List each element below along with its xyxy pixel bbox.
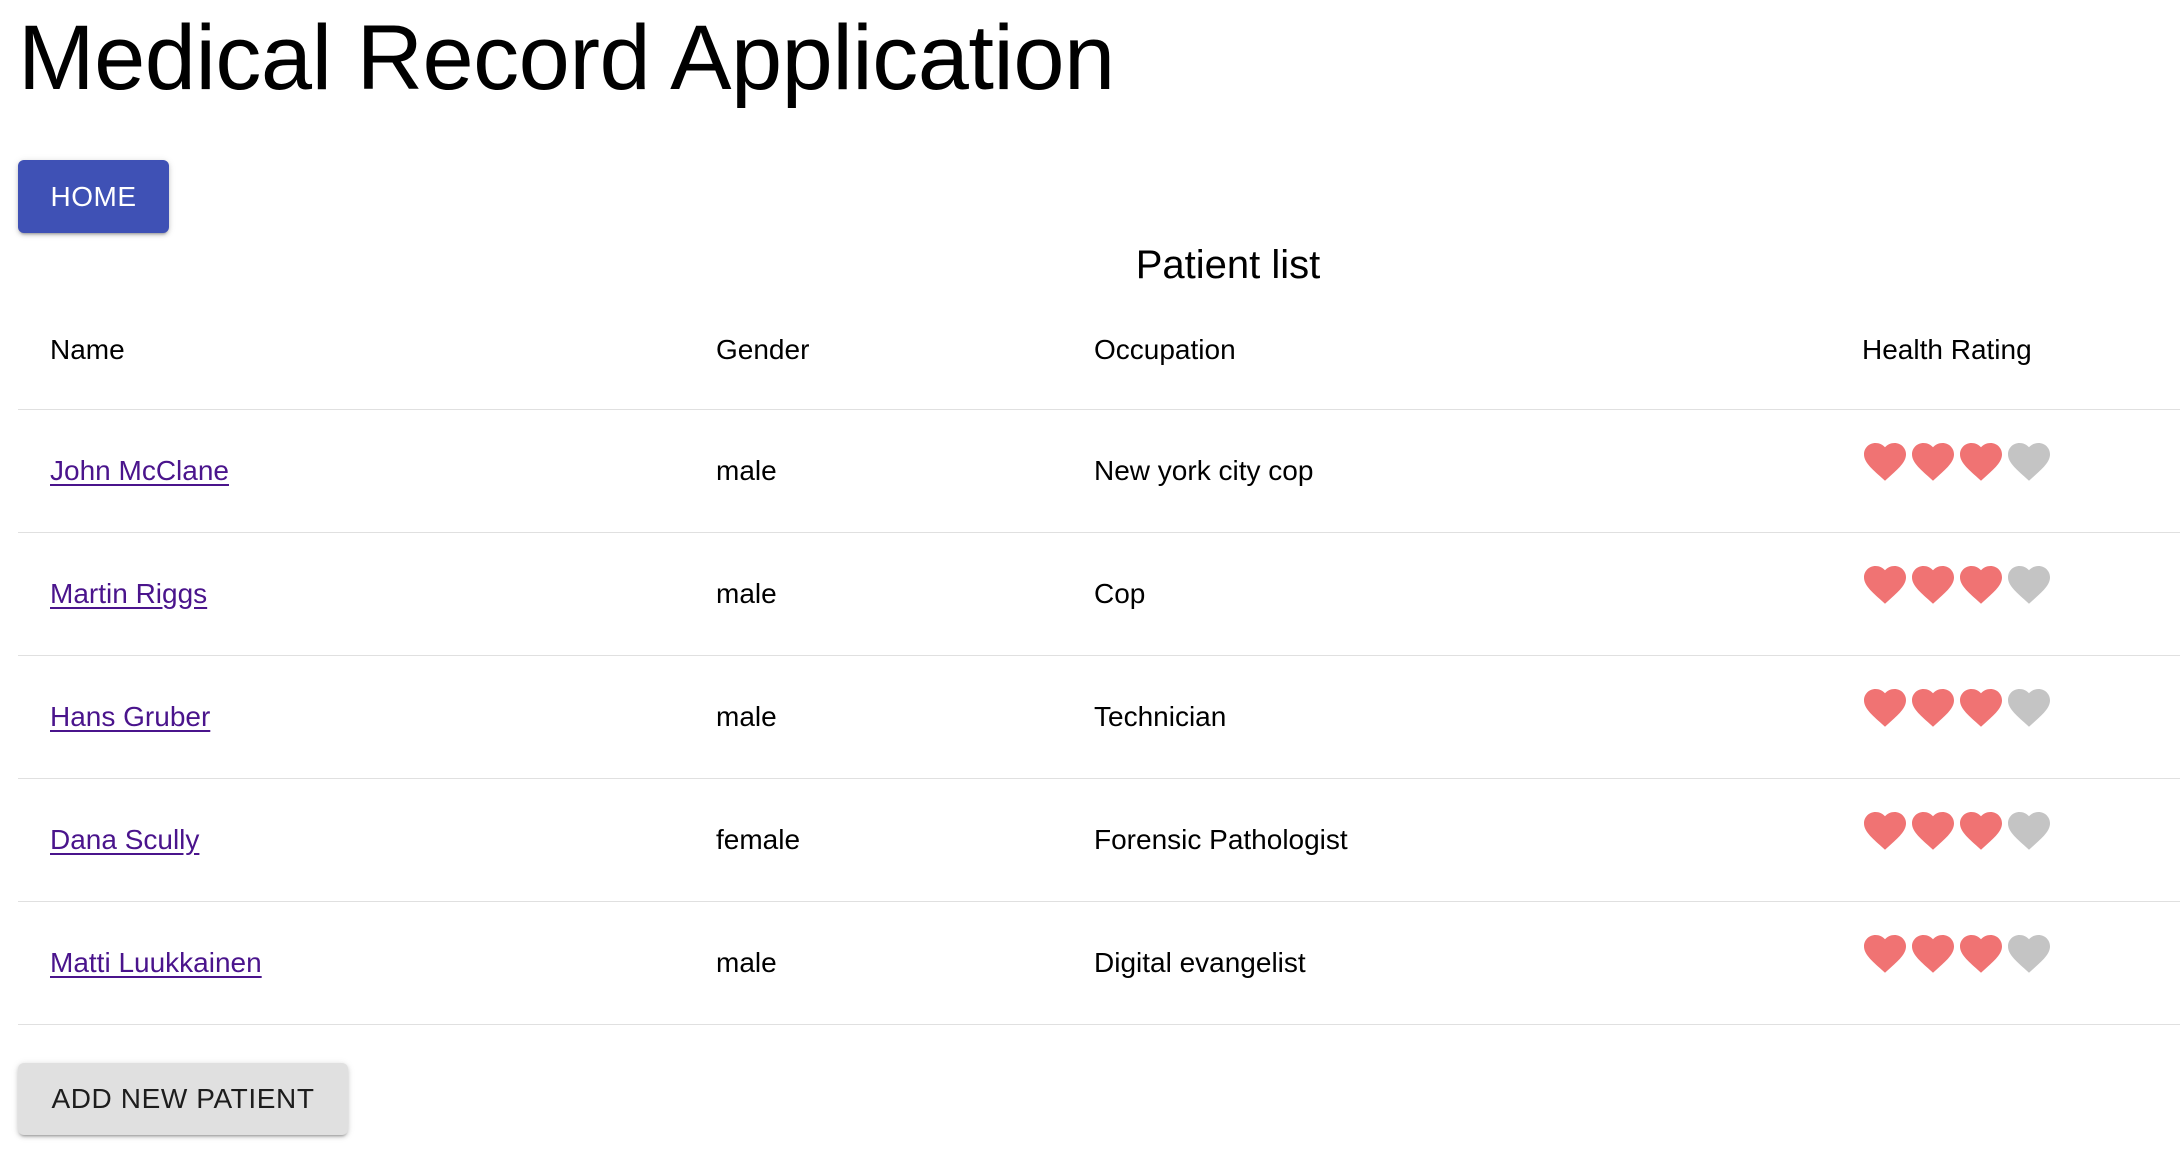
home-button[interactable]: HOME bbox=[18, 160, 169, 233]
heart-empty-icon bbox=[2008, 811, 2050, 850]
app-title: Medical Record Application bbox=[18, 7, 1115, 109]
header-row: Name Gender Occupation Health Rating bbox=[18, 290, 2180, 410]
add-new-patient-button[interactable]: ADD NEW PATIENT bbox=[18, 1063, 348, 1135]
table-row: Hans Gruber male Technician bbox=[18, 655, 2180, 779]
heart-filled-icon bbox=[1864, 811, 1906, 850]
heart-filled-icon bbox=[1864, 565, 1906, 604]
patient-occupation-cell: Forensic Pathologist bbox=[1062, 778, 1830, 902]
patient-gender-cell: male bbox=[684, 901, 1062, 1025]
patient-gender-cell: male bbox=[684, 655, 1062, 779]
table-row: Martin Riggs male Cop bbox=[18, 532, 2180, 656]
table-row: Matti Luukkainen male Digital evangelist bbox=[18, 901, 2180, 1025]
heart-filled-icon bbox=[1960, 688, 2002, 727]
patient-table: Name Gender Occupation Health Rating Joh… bbox=[18, 290, 2180, 1025]
heart-filled-icon bbox=[1912, 442, 1954, 481]
patient-name-link[interactable]: Matti Luukkainen bbox=[50, 947, 262, 978]
health-rating bbox=[1864, 565, 2050, 604]
table-row: John McClane male New york city cop bbox=[18, 409, 2180, 533]
patient-table-body: John McClane male New york city cop Mart… bbox=[18, 409, 2180, 1025]
patient-table-header: Name Gender Occupation Health Rating bbox=[18, 290, 2180, 410]
patient-health-rating-cell bbox=[1830, 778, 2180, 902]
column-header-gender: Gender bbox=[684, 290, 1062, 410]
patient-occupation-cell: Cop bbox=[1062, 532, 1830, 656]
patient-name-link[interactable]: Martin Riggs bbox=[50, 578, 207, 609]
column-header-name: Name bbox=[18, 290, 684, 410]
patient-occupation-cell: New york city cop bbox=[1062, 409, 1830, 533]
patient-occupation-cell: Technician bbox=[1062, 655, 1830, 779]
patient-health-rating-cell bbox=[1830, 655, 2180, 779]
patient-name-cell: John McClane bbox=[18, 409, 684, 533]
patient-list-title: Patient list bbox=[1135, 243, 1321, 287]
heart-filled-icon bbox=[1864, 688, 1906, 727]
heart-filled-icon bbox=[1864, 934, 1906, 973]
patient-name-cell: Hans Gruber bbox=[18, 655, 684, 779]
heart-empty-icon bbox=[2008, 934, 2050, 973]
heart-empty-icon bbox=[2008, 688, 2050, 727]
heart-filled-icon bbox=[1912, 934, 1954, 973]
patient-health-rating-cell bbox=[1830, 409, 2180, 533]
heart-filled-icon bbox=[1960, 811, 2002, 850]
patient-name-cell: Matti Luukkainen bbox=[18, 901, 684, 1025]
heart-empty-icon bbox=[2008, 442, 2050, 481]
patient-gender-cell: male bbox=[684, 532, 1062, 656]
patient-name-link[interactable]: Dana Scully bbox=[50, 824, 199, 855]
heart-filled-icon bbox=[1912, 811, 1954, 850]
heart-filled-icon bbox=[1960, 442, 2002, 481]
health-rating bbox=[1864, 442, 2050, 481]
patient-health-rating-cell bbox=[1830, 901, 2180, 1025]
patient-name-link[interactable]: John McClane bbox=[50, 455, 229, 486]
patient-gender-cell: male bbox=[684, 409, 1062, 533]
patient-name-cell: Martin Riggs bbox=[18, 532, 684, 656]
heart-filled-icon bbox=[1912, 565, 1954, 604]
patient-name-link[interactable]: Hans Gruber bbox=[50, 701, 210, 732]
patient-health-rating-cell bbox=[1830, 532, 2180, 656]
patient-name-cell: Dana Scully bbox=[18, 778, 684, 902]
heart-empty-icon bbox=[2008, 565, 2050, 604]
health-rating bbox=[1864, 811, 2050, 850]
health-rating bbox=[1864, 934, 2050, 973]
column-header-occupation: Occupation bbox=[1062, 290, 1830, 410]
heart-filled-icon bbox=[1960, 565, 2002, 604]
heart-filled-icon bbox=[1912, 688, 1954, 727]
patient-gender-cell: female bbox=[684, 778, 1062, 902]
heart-filled-icon bbox=[1864, 442, 1906, 481]
column-header-health-rating: Health Rating bbox=[1830, 290, 2180, 410]
table-row: Dana Scully female Forensic Pathologist bbox=[18, 778, 2180, 902]
heart-filled-icon bbox=[1960, 934, 2002, 973]
health-rating bbox=[1864, 688, 2050, 727]
patient-occupation-cell: Digital evangelist bbox=[1062, 901, 1830, 1025]
